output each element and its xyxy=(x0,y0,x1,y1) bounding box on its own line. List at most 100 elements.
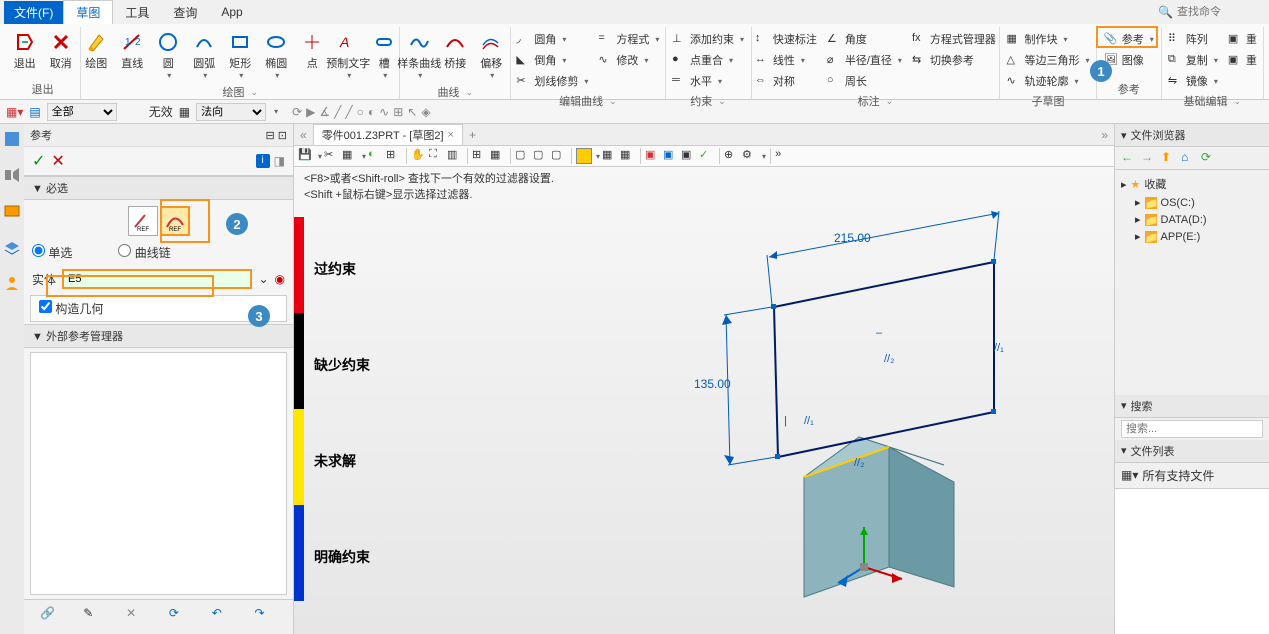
single-radio[interactable]: 单选 xyxy=(32,244,72,261)
bridge-button[interactable]: 桥接 xyxy=(438,29,472,73)
vpt-ortho-icon[interactable]: ⊞ xyxy=(472,148,488,164)
ribbon-tab-app[interactable]: App xyxy=(209,2,254,22)
traceprof-button[interactable]: ∿轨迹轮廓▾ xyxy=(1003,71,1094,91)
tbic[interactable]: ⟳ xyxy=(292,105,302,119)
arc-button[interactable]: 圆弧▾ xyxy=(187,29,221,82)
more1-button[interactable]: ▣重 xyxy=(1224,29,1261,49)
extref-section[interactable]: ▼ 外部参考管理器 xyxy=(24,324,293,348)
mirror-button[interactable]: ⇋镜像▾ xyxy=(1164,71,1222,91)
tbic[interactable]: ∿ xyxy=(379,105,389,119)
cancel-button[interactable]: 取消 xyxy=(44,29,78,73)
filetype-icon[interactable]: ▦▾ xyxy=(1121,468,1138,482)
tab-next-icon[interactable]: » xyxy=(1101,128,1108,142)
ribbon-tab-query[interactable]: 查询 xyxy=(161,1,209,24)
tree-drive-d[interactable]: ▸📁DATA(D:) xyxy=(1121,211,1263,228)
circle-button[interactable]: 圆▾ xyxy=(151,29,185,82)
ellipse-button[interactable]: 椭圆▾ xyxy=(259,29,293,82)
makeblock-button[interactable]: ▦制作块▾ xyxy=(1003,29,1094,49)
entity-pick-icon[interactable]: ◉ xyxy=(275,272,285,286)
ribbon-tab-tools[interactable]: 工具 xyxy=(113,1,161,24)
refresh-icon[interactable]: ⟳ xyxy=(169,606,191,628)
mode-curve-icon[interactable]: REF xyxy=(160,206,190,236)
fillet-button[interactable]: ◞圆角▾ xyxy=(512,29,592,49)
doc-tab-active[interactable]: 零件001.Z3PRT - [草图2] × xyxy=(313,124,463,145)
tbic[interactable]: ◈ xyxy=(421,105,430,119)
tab-add-icon[interactable]: + xyxy=(469,128,476,142)
tbic[interactable]: ◐ xyxy=(368,105,375,119)
offset-button[interactable]: 偏移▾ xyxy=(474,29,508,82)
confirm-icon[interactable]: ✓ xyxy=(32,151,45,171)
rect-button[interactable]: 矩形▾ xyxy=(223,29,257,82)
layer-select[interactable]: 全部 xyxy=(47,103,117,121)
vpt-display-icon[interactable]: ▦ xyxy=(342,148,358,164)
vpt-m3-icon[interactable]: ▣ xyxy=(681,148,697,164)
vpt-v3-icon[interactable]: ▢ xyxy=(551,148,567,164)
tree-fav[interactable]: ▸★收藏 xyxy=(1121,174,1263,194)
exit-button[interactable]: 退出 xyxy=(8,29,42,73)
raddia-button[interactable]: ⌀半径/直径▾ xyxy=(823,50,906,70)
layer-icon[interactable] xyxy=(3,238,21,256)
vpt-m1-icon[interactable]: ▣ xyxy=(645,148,661,164)
required-section[interactable]: ▼ 必选 xyxy=(24,176,293,200)
tbic[interactable]: ▶ xyxy=(306,105,315,119)
chain-radio[interactable]: 曲线链 xyxy=(118,244,170,261)
file-menu[interactable]: 文件(F) xyxy=(4,1,63,24)
link-icon[interactable]: 🔗 xyxy=(40,606,62,628)
vpt-v2-icon[interactable]: ▢ xyxy=(533,148,549,164)
slot-button[interactable]: 槽▾ xyxy=(367,29,401,82)
vpt-save-icon[interactable]: 💾 xyxy=(298,148,314,164)
style-icon[interactable]: ▤ xyxy=(29,105,40,119)
tree-drive-e[interactable]: ▸📁APP(E:) xyxy=(1121,228,1263,245)
delete-icon[interactable]: ✕ xyxy=(126,606,148,628)
undo-icon[interactable]: ↶ xyxy=(212,606,234,628)
vpt-p2-icon[interactable]: ▦ xyxy=(620,148,636,164)
invalid-icon[interactable]: ▦ xyxy=(179,105,190,119)
panel-close-icon[interactable]: ⊡ xyxy=(278,130,287,142)
linear-button[interactable]: ↔线性▾ xyxy=(751,50,821,70)
tab-close-icon[interactable]: × xyxy=(448,129,454,141)
vpt-v1-icon[interactable]: ▢ xyxy=(515,148,531,164)
vpt-pan-icon[interactable]: ✋ xyxy=(411,148,427,164)
align-button[interactable]: ⇔对称 xyxy=(751,71,821,91)
construct-check[interactable]: 构造几何 xyxy=(39,300,103,317)
copy-button[interactable]: ⧉复制▾ xyxy=(1164,50,1222,70)
tree-drive-c[interactable]: ▸📁OS(C:) xyxy=(1121,194,1263,211)
view-icon[interactable] xyxy=(3,202,21,220)
trim-button[interactable]: ✂划线修剪▾ xyxy=(512,71,592,91)
panel-min-icon[interactable]: ⊟ xyxy=(266,130,275,142)
viewport-canvas[interactable]: <F8>或者<Shift-roll> 查找下一个有效的过滤器设置. <Shift… xyxy=(294,167,1114,634)
nav-fwd-icon[interactable]: → xyxy=(1141,150,1157,166)
vpt-grid-icon[interactable]: ▦ xyxy=(490,148,506,164)
nav-up-icon[interactable]: ⬆ xyxy=(1161,150,1177,166)
vpt-shade-icon[interactable]: ◐ xyxy=(368,148,384,164)
perim-button[interactable]: ○周长 xyxy=(823,71,906,91)
vpt-p1-icon[interactable]: ▦ xyxy=(602,148,618,164)
info-icon[interactable]: i xyxy=(256,154,270,168)
help-icon[interactable]: ◨ xyxy=(274,154,285,168)
nav-home-icon[interactable]: ⌂ xyxy=(1181,150,1197,166)
vpt-fit-icon[interactable]: ⛶ xyxy=(429,148,445,164)
tbic[interactable]: ↖ xyxy=(407,105,417,119)
command-search-input[interactable] xyxy=(1177,6,1257,18)
vpt-m2-icon[interactable]: ▣ xyxy=(663,148,679,164)
history-icon[interactable] xyxy=(3,166,21,184)
horiz-button[interactable]: ═水平▾ xyxy=(668,71,748,91)
angle-button[interactable]: ∠角度 xyxy=(823,29,906,49)
vpt-more-icon[interactable]: » xyxy=(775,148,791,164)
more2-button[interactable]: ▣重 xyxy=(1224,50,1261,70)
toggleref-button[interactable]: ⇆切换参考 xyxy=(908,50,1000,70)
text-button[interactable]: A预制文字▾ xyxy=(331,29,365,82)
vpt-m4-icon[interactable]: ✓ xyxy=(699,148,715,164)
entity-dd-icon[interactable]: ⌄ xyxy=(258,272,268,286)
nav-back-icon[interactable]: ← xyxy=(1121,150,1137,166)
extref-list[interactable] xyxy=(30,352,287,595)
normal-select[interactable]: 法向 xyxy=(196,103,266,121)
tab-prev-icon[interactable]: « xyxy=(300,128,307,142)
tbic[interactable]: ⊞ xyxy=(393,105,403,119)
spline-button[interactable]: 样条曲线▾ xyxy=(402,29,436,82)
user-icon[interactable] xyxy=(3,274,21,292)
nav-refresh-icon[interactable]: ⟳ xyxy=(1201,150,1217,166)
tbic[interactable]: ╱ xyxy=(334,105,341,119)
filter-icon[interactable]: ▦▾ xyxy=(6,105,23,119)
ribbon-tab-sketch[interactable]: 草图 xyxy=(63,0,113,24)
